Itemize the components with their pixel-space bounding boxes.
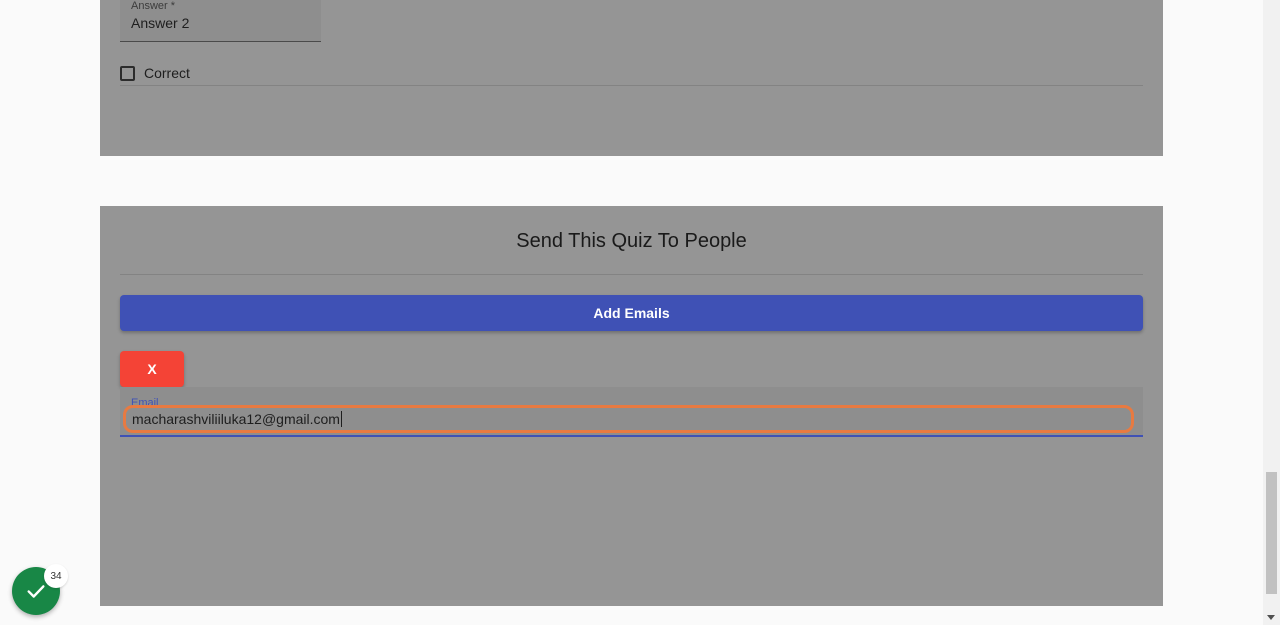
- page: Answer * Answer 2 Correct Send This Quiz…: [0, 0, 1280, 625]
- remove-email-button[interactable]: X: [120, 351, 184, 387]
- status-badge: 34: [44, 564, 68, 588]
- send-quiz-card: Send This Quiz To People Add Emails X Em…: [100, 206, 1163, 606]
- scrollbar[interactable]: [1263, 0, 1280, 625]
- answer-field[interactable]: Answer * Answer 2: [120, 0, 321, 42]
- correct-checkbox-row[interactable]: Correct: [120, 65, 190, 81]
- section-title: Send This Quiz To People: [516, 230, 747, 252]
- divider: [120, 274, 1143, 275]
- correct-checkbox[interactable]: [120, 65, 135, 81]
- question-card: Answer * Answer 2 Correct: [100, 0, 1163, 156]
- email-field[interactable]: Email macharashviliiluka12@gmail.com: [120, 387, 1143, 437]
- text-caret: [340, 411, 342, 427]
- correct-label: Correct: [144, 65, 190, 81]
- answer-input[interactable]: Answer 2: [131, 15, 189, 31]
- add-emails-button[interactable]: Add Emails: [120, 295, 1143, 331]
- answer-label: Answer *: [131, 0, 176, 12]
- scroll-thumb[interactable]: [1266, 472, 1277, 594]
- divider: [120, 85, 1143, 86]
- email-input[interactable]: macharashviliiluka12@gmail.com: [123, 405, 1134, 433]
- email-value: macharashviliiluka12@gmail.com: [132, 411, 340, 427]
- check-icon: [27, 585, 45, 598]
- scroll-down-arrow-icon[interactable]: [1267, 615, 1275, 620]
